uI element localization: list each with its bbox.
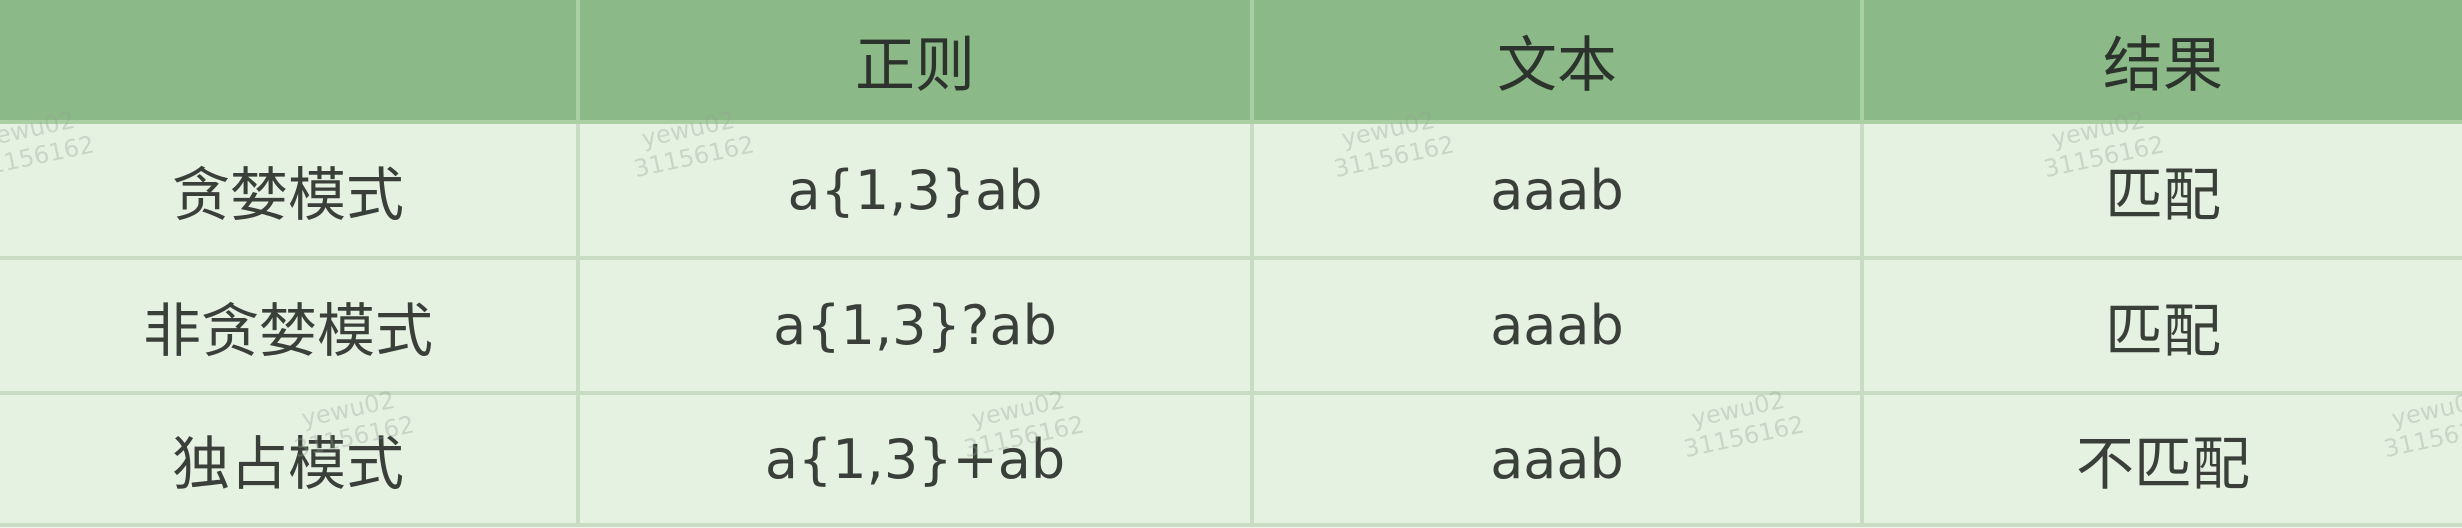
table-row: 非贪婪模式 a{1,3}?ab aaab 匹配 [0,258,2462,395]
regex-mode-table: 正则 文本 结果 贪婪模式 a{1,3}ab aaab 匹配 非贪婪模式 a{1… [0,0,2462,527]
result-cell: 不匹配 [1862,393,2462,527]
mode-cell: 非贪婪模式 [0,258,580,395]
mode-cell: 独占模式 [0,393,580,527]
text-cell: aaab [1252,122,1864,260]
result-cell: 匹配 [1862,122,2462,260]
header-cell-mode [0,0,580,124]
regex-cell: a{1,3}+ab [578,393,1254,527]
mode-cell: 贪婪模式 [0,122,580,260]
text-cell: aaab [1252,393,1864,527]
result-cell: 匹配 [1862,258,2462,395]
table-row: 独占模式 a{1,3}+ab aaab 不匹配 [0,393,2462,527]
header-cell-result: 结果 [1862,0,2462,124]
regex-cell: a{1,3}?ab [578,258,1254,395]
header-cell-regex: 正则 [578,0,1254,124]
text-cell: aaab [1252,258,1864,395]
header-cell-text: 文本 [1252,0,1864,124]
regex-cell: a{1,3}ab [578,122,1254,260]
page: 正则 文本 结果 贪婪模式 a{1,3}ab aaab 匹配 非贪婪模式 a{1… [0,0,2462,528]
table-row: 贪婪模式 a{1,3}ab aaab 匹配 [0,122,2462,260]
table-header-row: 正则 文本 结果 [0,0,2462,124]
